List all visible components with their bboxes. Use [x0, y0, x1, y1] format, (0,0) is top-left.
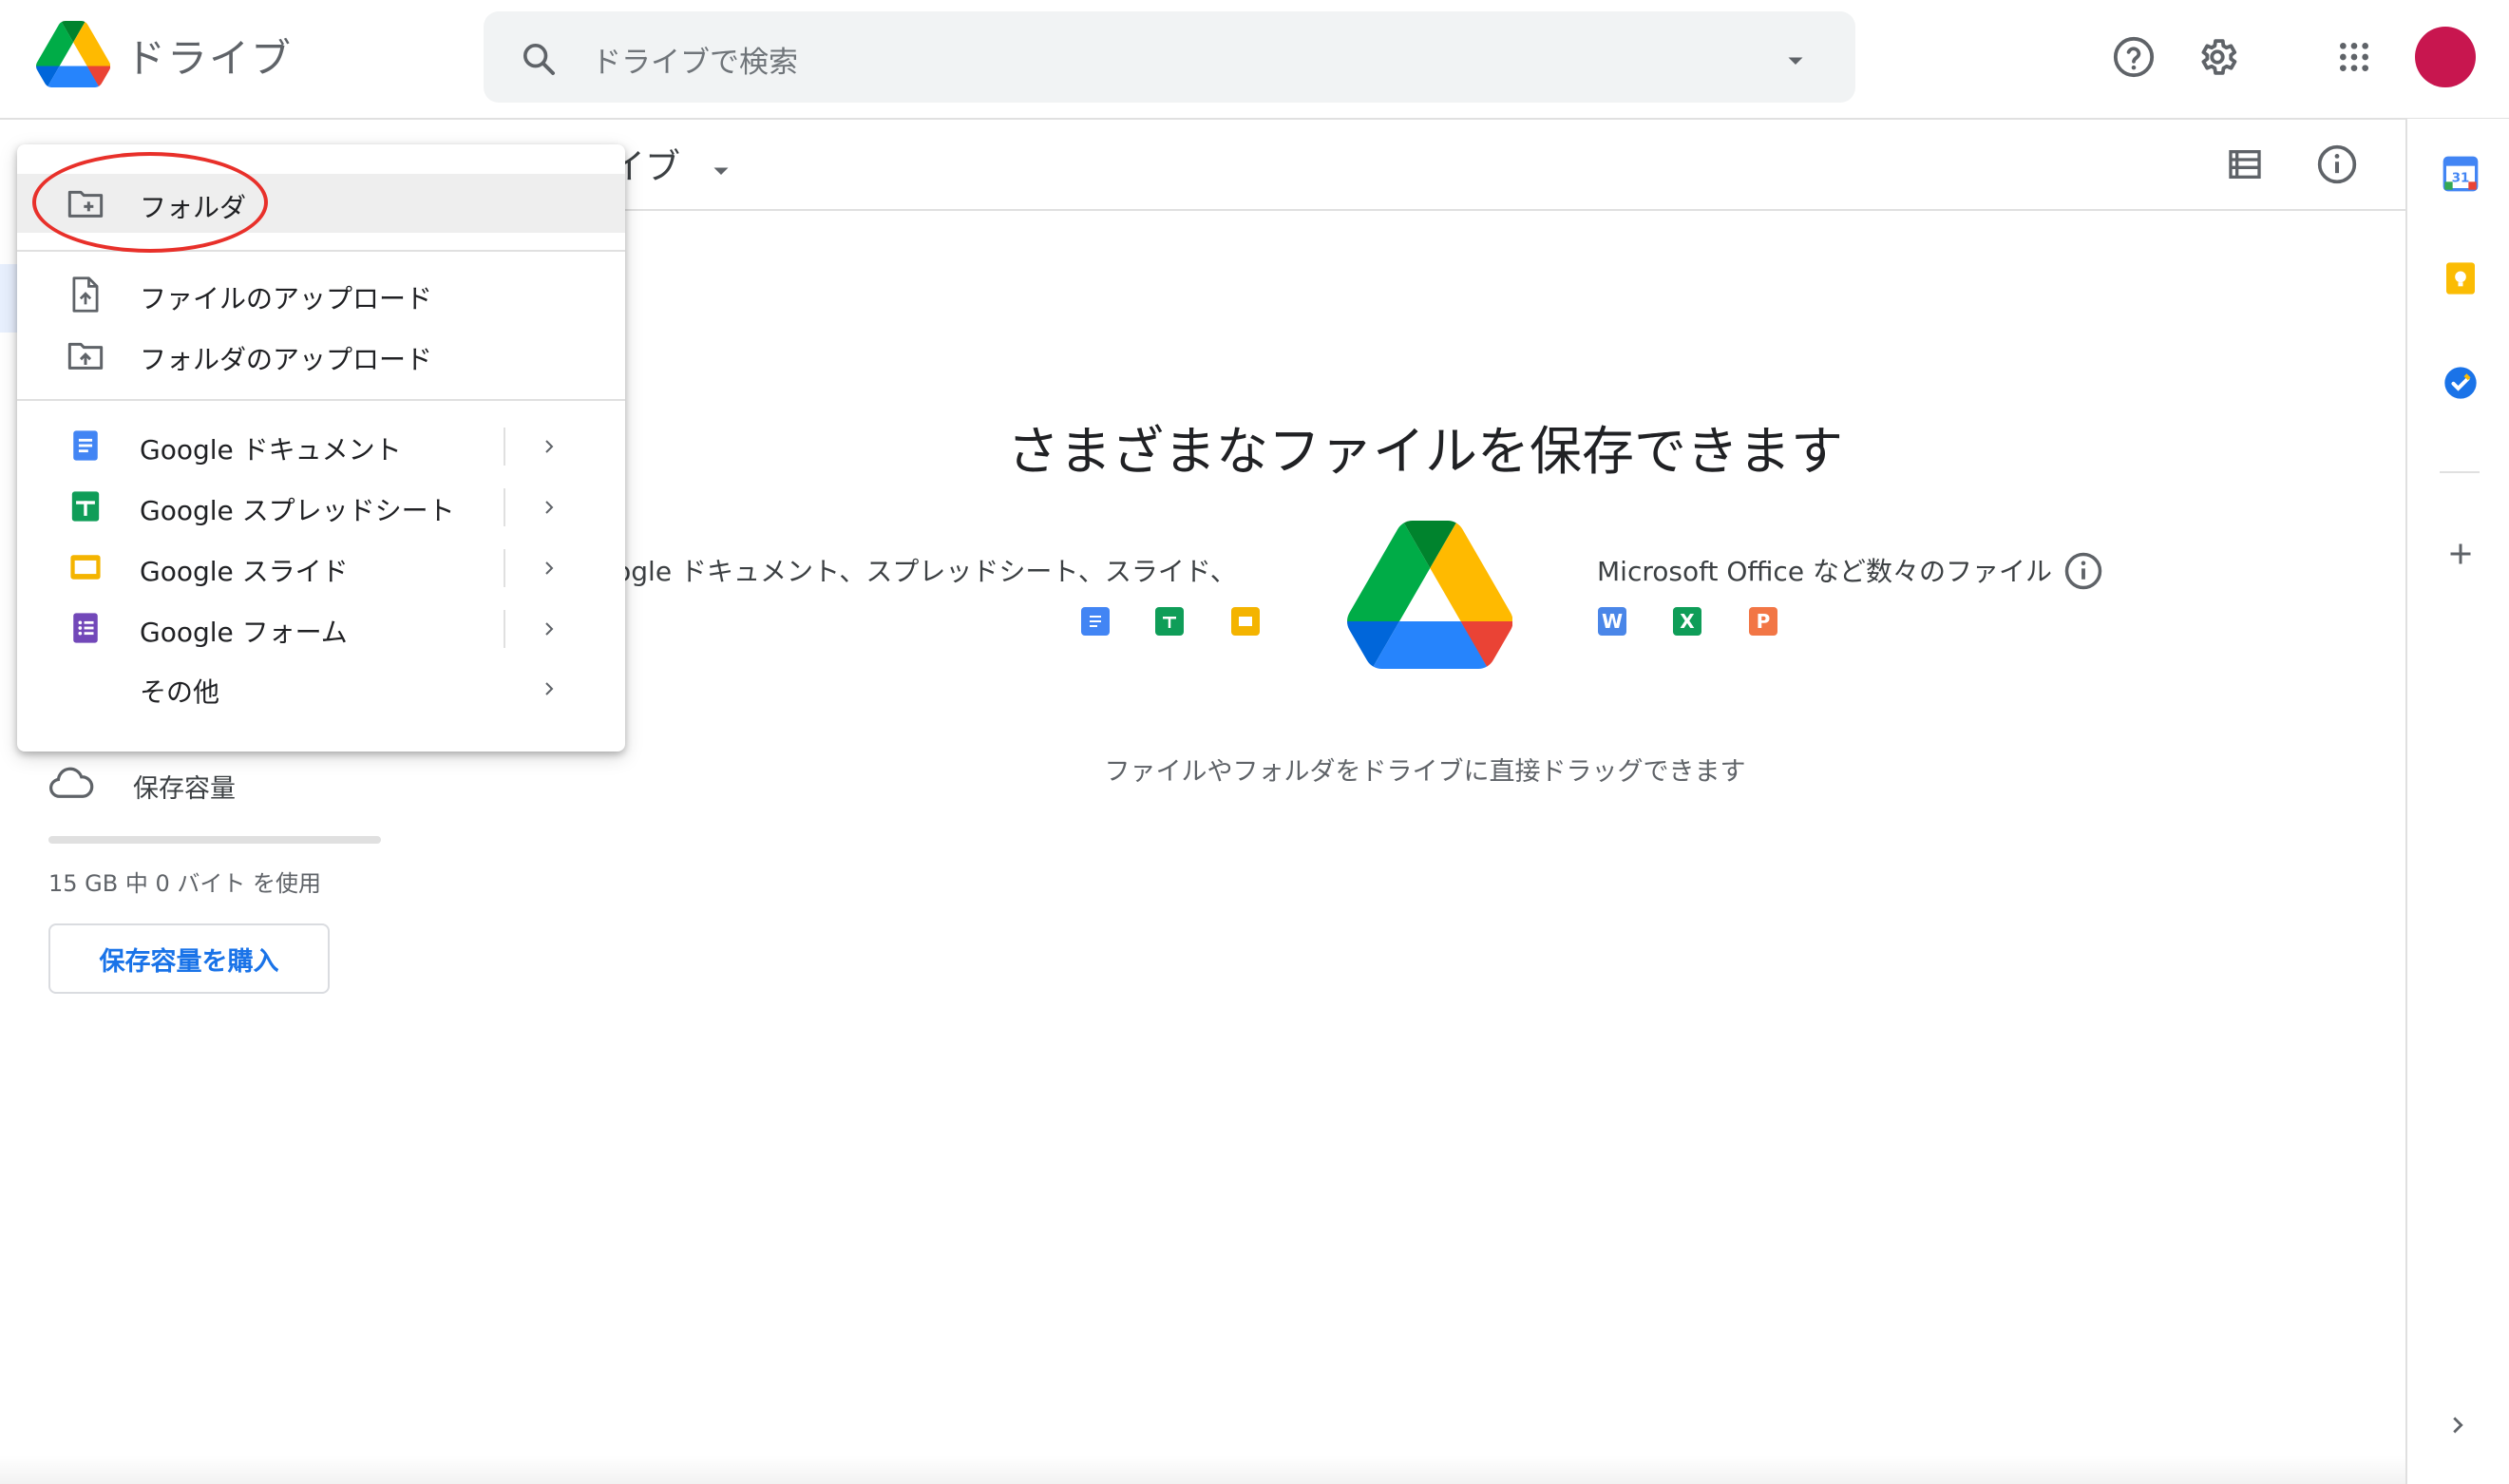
search-icon[interactable] [520, 40, 558, 78]
details-info-icon[interactable] [2316, 143, 2358, 185]
add-addon-icon[interactable] [2443, 537, 2478, 571]
side-panel: 31 [2405, 119, 2509, 1484]
calendar-day: 31 [2452, 171, 2470, 185]
buy-storage-button[interactable]: 保存容量を購入 [48, 923, 330, 994]
tasks-icon[interactable] [2442, 364, 2480, 402]
google-forms-icon [67, 611, 105, 645]
submenu-chevron-icon[interactable] [530, 488, 568, 526]
collapse-panel-chevron-icon[interactable] [2443, 1411, 2472, 1439]
drive-logo-icon[interactable] [36, 21, 111, 87]
submenu-separator [504, 549, 505, 587]
calendar-icon[interactable]: 31 [2442, 155, 2480, 193]
menu-item-label: Google スライド [140, 556, 349, 587]
menu-item-folder-upload[interactable]: フォルダのアップロード [17, 326, 625, 385]
menu-item-label: Google ドキュメント [140, 434, 402, 466]
menu-divider [17, 250, 625, 252]
menu-item-label: Google スプレッドシート [140, 495, 455, 526]
menu-item-label: ファイルのアップロード [140, 283, 433, 314]
menu-item-file-upload[interactable]: ファイルのアップロード [17, 265, 625, 324]
cloud-storage-icon [48, 766, 95, 800]
sheets-small-icon [1155, 607, 1184, 636]
folder-upload-icon [67, 338, 105, 372]
drag-drop-caption: ファイルやフォルダをドライブに直接ドラッグできます [1104, 757, 1746, 787]
bottom-edge-shade [0, 1455, 2405, 1484]
menu-item-google-slides[interactable]: Google スライド [17, 538, 625, 597]
keep-icon[interactable] [2442, 259, 2480, 297]
search-input[interactable]: ドライブで検索 [592, 38, 798, 81]
storage-progress-bar [48, 836, 381, 844]
menu-item-google-docs[interactable]: Google ドキュメント [17, 416, 625, 475]
breadcrumb[interactable]: イブ [610, 138, 735, 189]
help-icon[interactable] [2105, 29, 2162, 86]
apps-grid-icon[interactable] [2326, 29, 2383, 86]
empty-state-title: さまざまなファイルを保存できます [1006, 421, 1843, 482]
submenu-separator [504, 488, 505, 526]
slides-small-icon [1231, 607, 1260, 636]
search-options-dropdown-icon[interactable] [1781, 46, 1810, 74]
menu-item-google-sheets[interactable]: Google スプレッドシート [17, 477, 625, 536]
word-icon: W [1598, 607, 1626, 636]
menu-item-label: Google フォーム [140, 617, 348, 648]
submenu-chevron-icon[interactable] [530, 610, 568, 648]
main-toolbar: イブ [570, 119, 2405, 211]
submenu-separator [504, 428, 505, 466]
settings-gear-icon[interactable] [2189, 29, 2246, 86]
search-bar[interactable]: ドライブで検索 [484, 11, 1855, 103]
annotation-highlight-ellipse [32, 152, 268, 253]
submenu-chevron-icon[interactable] [530, 670, 568, 708]
drive-large-logo-icon [1347, 521, 1513, 669]
excel-icon: X [1673, 607, 1701, 636]
top-header: ドライブ ドライブで検索 [0, 0, 2509, 120]
google-slides-icon [67, 550, 105, 584]
menu-item-google-forms[interactable]: Google フォーム [17, 599, 625, 657]
storage-usage-text: 15 GB 中 0 バイト を使用 [48, 870, 322, 897]
submenu-chevron-icon[interactable] [530, 428, 568, 466]
docs-small-icon [1081, 607, 1110, 636]
list-view-icon[interactable] [2225, 145, 2265, 183]
menu-item-label: その他 [140, 676, 220, 708]
google-files-caption: oogle ドキュメント、スプレッドシート、スライド、 [599, 556, 1237, 587]
submenu-separator [504, 610, 505, 648]
office-info-icon[interactable] [2063, 551, 2103, 591]
sidebar-selected-edge [0, 264, 17, 333]
powerpoint-icon: P [1749, 607, 1777, 636]
storage-label[interactable]: 保存容量 [133, 768, 236, 805]
google-sheets-icon [67, 489, 105, 523]
file-upload-icon [67, 276, 105, 313]
submenu-chevron-icon[interactable] [530, 549, 568, 587]
app-name: ドライブ [125, 35, 294, 82]
google-docs-icon [67, 428, 105, 463]
menu-divider [17, 399, 625, 401]
breadcrumb-dropdown-icon[interactable] [707, 156, 735, 184]
menu-item-label: フォルダのアップロード [140, 344, 433, 375]
panel-divider [2440, 471, 2480, 473]
office-files-caption: Microsoft Office など数々のファイル [1597, 556, 2052, 587]
menu-item-more[interactable]: その他 [17, 658, 625, 717]
account-avatar[interactable] [2415, 27, 2476, 87]
